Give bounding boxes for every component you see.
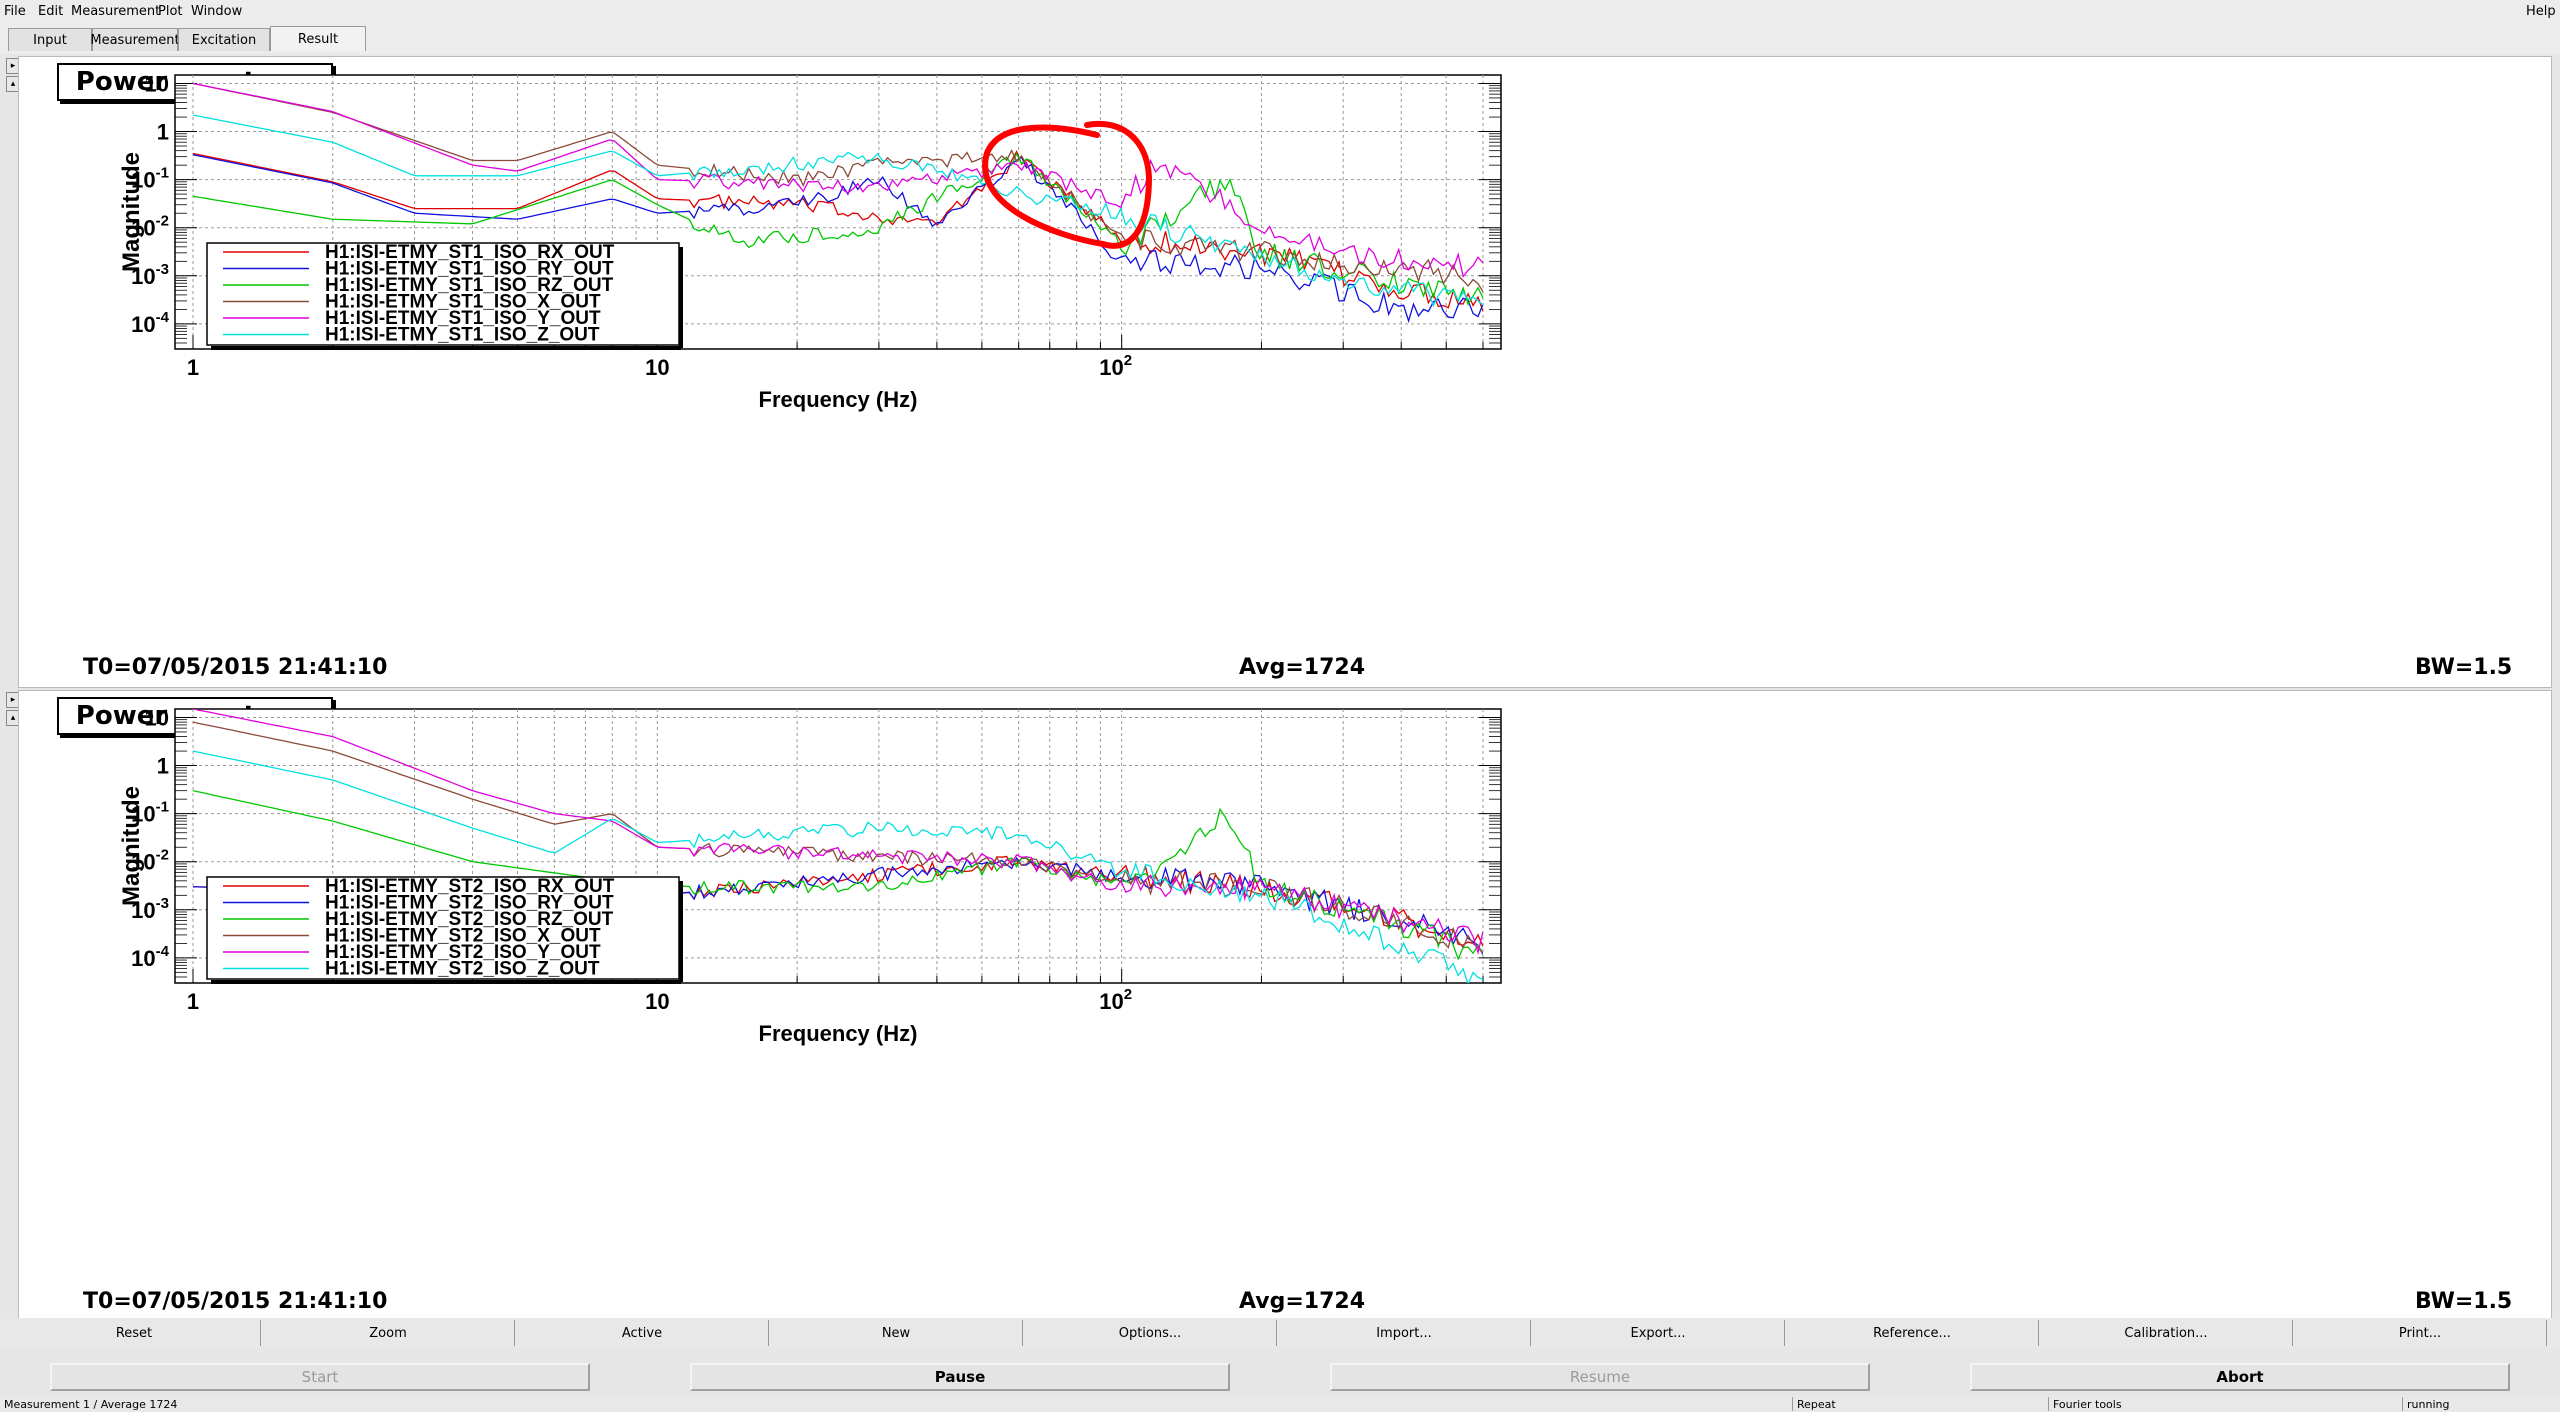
- plot-toolbar: Reset Zoom Active New Options... Import.…: [0, 1318, 2560, 1348]
- tab-measurement[interactable]: Measurement: [90, 28, 180, 51]
- active-button[interactable]: Active: [516, 1320, 769, 1346]
- x-tick-label: 1: [187, 355, 199, 380]
- t0-label: T0=07/05/2015 21:41:10: [83, 655, 388, 680]
- x-tick-label: 1: [187, 989, 199, 1014]
- menu-measurement[interactable]: Measurement: [71, 4, 160, 19]
- x-tick-exponent: 2: [1124, 986, 1132, 1003]
- power-spectrum-chart-2[interactable]: 10110-110-210-310-41 10 102Frequency (Hz)M…: [19, 691, 2551, 1321]
- x-axis-label: Frequency (Hz): [759, 387, 918, 412]
- tab-input[interactable]: Input: [8, 28, 92, 51]
- y-tick-exponent: -2: [156, 847, 169, 864]
- start-button[interactable]: Start: [50, 1363, 590, 1391]
- legend-entry: H1:ISI-ETMY_ST1_ISO_Z_OUT: [325, 325, 600, 346]
- tab-result[interactable]: Result: [270, 26, 366, 51]
- y-tick-label: 10: [145, 705, 169, 730]
- y-axis-label: Magnitude: [118, 152, 145, 272]
- pause-button[interactable]: Pause: [690, 1363, 1230, 1391]
- y-tick-label: 10-4: [131, 309, 169, 337]
- status-repeat: Repeat: [1792, 1397, 2047, 1411]
- abort-button[interactable]: Abort: [1970, 1363, 2510, 1391]
- avg-label: Avg=1724: [1239, 655, 1365, 680]
- y-tick-exponent: -1: [156, 799, 169, 816]
- status-bar: Measurement 1 / Average 1724 Repeat Four…: [0, 1396, 2560, 1412]
- x-tick-label: 102: [1099, 986, 1132, 1014]
- new-button[interactable]: New: [770, 1320, 1023, 1346]
- plot-panel-2: Power spectrum 10110-110-210-310-4110102…: [18, 690, 2552, 1322]
- x-tick-label: 102: [1099, 352, 1132, 380]
- power-spectrum-chart-1[interactable]: 10110-110-210-310-41 10 102Frequency (Hz)M…: [19, 57, 2551, 687]
- menu-help[interactable]: Help: [2526, 4, 2556, 19]
- x-axis-label: Frequency (Hz): [759, 1021, 918, 1046]
- t0-label: T0=07/05/2015 21:41:10: [83, 1289, 388, 1314]
- menu-edit[interactable]: Edit: [38, 4, 63, 19]
- y-tick-exponent: -3: [156, 895, 169, 912]
- y-tick-label: 10-4: [131, 943, 169, 971]
- import-button[interactable]: Import...: [1278, 1320, 1531, 1346]
- menu-file[interactable]: File: [4, 4, 26, 19]
- bw-label: BW=1.5: [2415, 655, 2513, 680]
- status-measurement: Measurement 1 / Average 1724: [4, 1397, 178, 1411]
- avg-label: Avg=1724: [1239, 1289, 1365, 1314]
- x-tick-label: 10: [645, 355, 669, 380]
- status-state: running: [2402, 1397, 2557, 1411]
- menu-bar: File Edit Measurement Plot Window Help: [0, 0, 2560, 24]
- legend: H1:ISI-ETMY_ST2_ISO_RX_OUTH1:ISI-ETMY_ST…: [206, 876, 683, 984]
- tab-bar: Input Measurement Excitation Result: [0, 24, 2560, 54]
- legend: H1:ISI-ETMY_ST1_ISO_RX_OUTH1:ISI-ETMY_ST…: [206, 242, 683, 350]
- x-tick-label: 10: [645, 989, 669, 1014]
- options-button[interactable]: Options...: [1024, 1320, 1277, 1346]
- reset-button[interactable]: Reset: [8, 1320, 261, 1346]
- zoom-button[interactable]: Zoom: [262, 1320, 515, 1346]
- menu-plot[interactable]: Plot: [158, 4, 183, 19]
- y-tick-exponent: -3: [156, 261, 169, 278]
- status-tools: Fourier tools: [2048, 1397, 2401, 1411]
- resume-button[interactable]: Resume: [1330, 1363, 1870, 1391]
- measurement-controls: Start Pause Resume Abort: [0, 1358, 2560, 1396]
- y-tick-exponent: -2: [156, 213, 169, 230]
- plot-panel-1: Power spectrum 10110-110-210-310-4110102…: [18, 56, 2552, 688]
- x-tick-exponent: 2: [1124, 352, 1132, 369]
- print-button[interactable]: Print...: [2294, 1320, 2547, 1346]
- export-button[interactable]: Export...: [1532, 1320, 1785, 1346]
- y-tick-exponent: -4: [156, 309, 170, 326]
- reference-button[interactable]: Reference...: [1786, 1320, 2039, 1346]
- y-tick-exponent: -1: [156, 165, 169, 182]
- calibration-button[interactable]: Calibration...: [2040, 1320, 2293, 1346]
- y-tick-label: 1: [157, 120, 169, 145]
- tab-excitation[interactable]: Excitation: [178, 28, 270, 51]
- y-tick-label: 10: [145, 71, 169, 96]
- menu-window[interactable]: Window: [191, 4, 242, 19]
- legend-entry: H1:ISI-ETMY_ST2_ISO_Z_OUT: [325, 959, 600, 980]
- y-tick-exponent: -4: [156, 943, 170, 960]
- bw-label: BW=1.5: [2415, 1289, 2513, 1314]
- y-axis-label: Magnitude: [118, 786, 145, 906]
- y-tick-label: 1: [157, 754, 169, 779]
